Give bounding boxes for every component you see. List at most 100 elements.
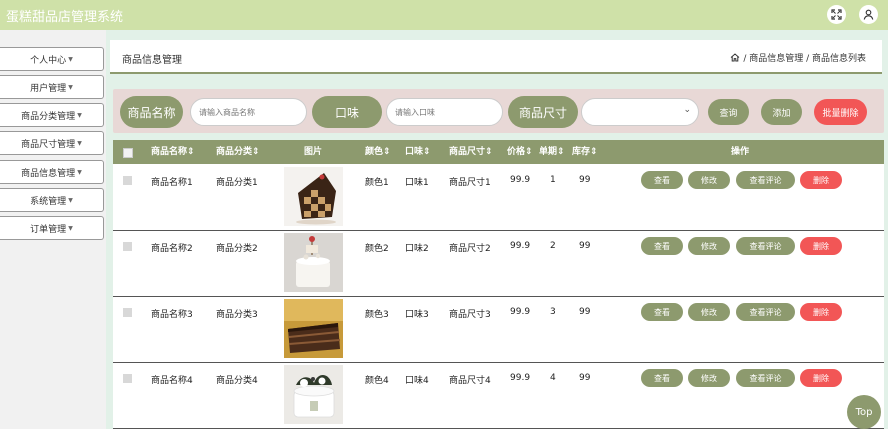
size-select[interactable]: ⌄ xyxy=(581,98,699,126)
col-header-image: 图片 xyxy=(304,147,323,157)
add-button[interactable]: 添加 xyxy=(761,99,802,125)
delete-button[interactable]: 删除 xyxy=(800,171,842,189)
sidebar-item-label: 商品信息管理 xyxy=(21,168,76,179)
col-header-size[interactable]: 商品尺寸⇕ xyxy=(449,140,493,164)
cell-color: 颜色3 xyxy=(365,310,389,320)
cell-category: 商品分类4 xyxy=(216,376,258,386)
product-image xyxy=(284,299,343,358)
sidebar-item-label: 用户管理 xyxy=(30,83,67,94)
col-header-stock[interactable]: 库存⇕ xyxy=(572,140,598,164)
edit-button[interactable]: 修改 xyxy=(688,171,730,189)
home-icon[interactable] xyxy=(730,53,740,65)
cell-price: 99.9 xyxy=(510,241,531,251)
cell-price: 99.9 xyxy=(510,307,531,317)
table-row: 商品名称4 商品分类4 颜色4 口味4 商品尺寸4 99.9 4 99 查看 修… xyxy=(113,363,884,429)
user-icon[interactable] xyxy=(859,5,878,24)
flavor-label: 口味 xyxy=(312,96,382,128)
delete-button[interactable]: 删除 xyxy=(800,369,842,387)
sidebar-item-products[interactable]: 商品信息管理 ▼ xyxy=(0,160,104,184)
view-button[interactable]: 查看 xyxy=(641,369,683,387)
cell-period: 1 xyxy=(550,175,556,185)
chevron-down-icon: ▼ xyxy=(68,83,73,91)
view-comments-button[interactable]: 查看评论 xyxy=(736,369,795,387)
sidebar-item-sizes[interactable]: 商品尺寸管理 ▼ xyxy=(0,131,104,155)
chevron-down-icon: ▼ xyxy=(68,55,73,63)
product-name-label: 商品名称 xyxy=(120,96,183,128)
sidebar-item-label: 商品分类管理 xyxy=(21,111,76,122)
cell-color: 颜色1 xyxy=(365,178,389,188)
cell-name: 商品名称1 xyxy=(151,178,193,188)
col-header-flavor[interactable]: 口味⇕ xyxy=(405,140,431,164)
sidebar-item-system[interactable]: 系统管理 ▼ xyxy=(0,188,104,212)
cell-flavor: 口味2 xyxy=(405,244,429,254)
chevron-down-icon: ⌄ xyxy=(683,105,691,115)
chevron-down-icon: ▼ xyxy=(77,111,82,119)
select-all-checkbox[interactable] xyxy=(123,148,133,158)
back-to-top-button[interactable]: Top xyxy=(847,395,881,429)
cell-period: 2 xyxy=(550,241,556,251)
cell-category: 商品分类2 xyxy=(216,244,258,254)
flavor-input[interactable] xyxy=(386,98,503,126)
row-checkbox[interactable] xyxy=(123,242,132,251)
chevron-down-icon: ▼ xyxy=(77,168,82,176)
view-button[interactable]: 查看 xyxy=(641,171,683,189)
cell-color: 颜色2 xyxy=(365,244,389,254)
query-button[interactable]: 查询 xyxy=(708,99,749,125)
chevron-down-icon: ▼ xyxy=(68,196,73,204)
view-comments-button[interactable]: 查看评论 xyxy=(736,303,795,321)
cell-stock: 99 xyxy=(579,175,591,185)
row-checkbox[interactable] xyxy=(123,308,132,317)
view-button[interactable]: 查看 xyxy=(641,303,683,321)
col-header-price[interactable]: 价格⇕ xyxy=(507,140,533,164)
cell-period: 4 xyxy=(550,373,556,383)
cell-name: 商品名称3 xyxy=(151,310,193,320)
cell-size: 商品尺寸3 xyxy=(449,310,491,320)
delete-button[interactable]: 删除 xyxy=(800,303,842,321)
product-image xyxy=(284,365,343,424)
table-row: 商品名称3 商品分类3 颜色3 口味3 商品尺寸3 99.9 3 99 查看 修… xyxy=(113,297,884,363)
breadcrumb-path: / 商品信息管理 / 商品信息列表 xyxy=(730,51,866,65)
top-bar xyxy=(0,0,888,30)
col-header-name[interactable]: 商品名称⇕ xyxy=(151,140,195,164)
sidebar-item-categories[interactable]: 商品分类管理 ▼ xyxy=(0,103,104,127)
cell-size: 商品尺寸4 xyxy=(449,376,491,386)
product-image xyxy=(284,167,343,226)
breadcrumb: 商品信息管理 / 商品信息管理 / 商品信息列表 xyxy=(110,40,882,74)
view-comments-button[interactable]: 查看评论 xyxy=(736,171,795,189)
sidebar-item-orders[interactable]: 订单管理 ▼ xyxy=(0,216,104,240)
sidebar-item-label: 订单管理 xyxy=(30,224,67,235)
col-header-period[interactable]: 单期⇕ xyxy=(539,140,565,164)
breadcrumb-trail: / 商品信息管理 / 商品信息列表 xyxy=(743,54,866,64)
sidebar-item-profile[interactable]: 个人中心 ▼ xyxy=(0,47,104,71)
col-header-category[interactable]: 商品分类⇕ xyxy=(216,140,260,164)
batch-delete-button[interactable]: 批量删除 xyxy=(814,99,867,125)
chevron-down-icon: ▼ xyxy=(68,224,73,232)
cell-name: 商品名称2 xyxy=(151,244,193,254)
table-row: 商品名称2 商品分类2 颜色2 口味2 商品尺寸2 99.9 2 99 查看 修… xyxy=(113,231,884,297)
sidebar-item-users[interactable]: 用户管理 ▼ xyxy=(0,75,104,99)
sidebar-item-label: 系统管理 xyxy=(30,196,67,207)
cell-name: 商品名称4 xyxy=(151,376,193,386)
product-image xyxy=(284,233,343,292)
cell-price: 99.9 xyxy=(510,373,531,383)
sidebar-item-label: 个人中心 xyxy=(30,55,67,66)
cell-size: 商品尺寸2 xyxy=(449,244,491,254)
product-name-input[interactable] xyxy=(190,98,307,126)
col-header-color[interactable]: 颜色⇕ xyxy=(365,140,391,164)
view-comments-button[interactable]: 查看评论 xyxy=(736,237,795,255)
cell-flavor: 口味4 xyxy=(405,376,429,386)
cell-stock: 99 xyxy=(579,373,591,383)
view-button[interactable]: 查看 xyxy=(641,237,683,255)
delete-button[interactable]: 删除 xyxy=(800,237,842,255)
cell-price: 99.9 xyxy=(510,175,531,185)
edit-button[interactable]: 修改 xyxy=(688,303,730,321)
row-checkbox[interactable] xyxy=(123,176,132,185)
edit-button[interactable]: 修改 xyxy=(688,237,730,255)
expand-icon[interactable] xyxy=(827,5,846,24)
cell-category: 商品分类3 xyxy=(216,310,258,320)
app-title: 蛋糕甜品店管理系统 xyxy=(6,10,124,25)
table-row: 商品名称1 商品分类1 颜色1 口味1 商品尺寸1 99.9 1 99 查看 修… xyxy=(113,165,884,231)
cell-flavor: 口味1 xyxy=(405,178,429,188)
edit-button[interactable]: 修改 xyxy=(688,369,730,387)
row-checkbox[interactable] xyxy=(123,374,132,383)
